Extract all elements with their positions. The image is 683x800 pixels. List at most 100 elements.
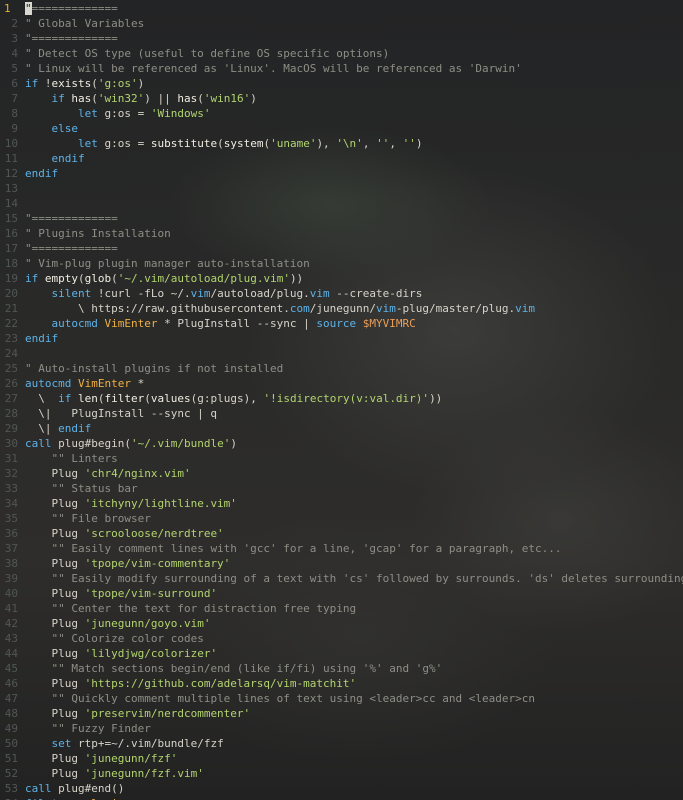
code-line[interactable]: 10 let g:os = substitute(system('uname')… [0,136,683,151]
code-line[interactable]: 38 Plug 'tpope/vim-commentary' [0,556,683,571]
code-line[interactable]: 40 Plug 'tpope/vim-surround' [0,586,683,601]
syntax-token: if [51,92,72,105]
code-line[interactable]: 29 \| endif [0,421,683,436]
line-code: set rtp+=~/.vim/bundle/fzf [25,736,224,751]
code-line[interactable]: 41 "" Center the text for distraction fr… [0,601,683,616]
code-line[interactable]: 15 "============= [0,211,683,226]
line-code: autocmd VimEnter * PlugInstall --sync | … [25,316,416,331]
syntax-token: source [316,317,363,330]
code-line[interactable]: 53 call plug#end() [0,781,683,796]
code-line[interactable]: 18 " Vim-plug plugin manager auto-install… [0,256,683,271]
code-line[interactable]: 25 " Auto-install plugins if not installe… [0,361,683,376]
syntax-token: , [389,137,403,150]
code-line[interactable]: 37 "" Easily comment lines with 'gcc' fo… [0,541,683,556]
code-line[interactable]: 7 if has('win32') || has('win16') [0,91,683,106]
code-line[interactable]: 45 "" Match sections begin/end (like if/… [0,661,683,676]
syntax-token: g:os = [104,137,151,150]
code-line[interactable]: 42 Plug 'junegunn/goyo.vim' [0,616,683,631]
line-number: 6 [11,77,18,90]
code-line[interactable]: 14 [0,196,683,211]
code-line[interactable]: 31 "" Linters [0,451,683,466]
code-line[interactable]: 16 " Plugins Installation [0,226,683,241]
code-line[interactable]: 46 Plug 'https://github.com/adelarsq/vim… [0,676,683,691]
syntax-token: " Linux will be referenced as 'Linux'. M… [25,62,522,75]
line-number: 10 [4,137,18,150]
code-line[interactable]: 49 "" Fuzzy Finder [0,721,683,736]
code-line[interactable]: 2 " Global Variables [0,16,683,31]
syntax-token: "" Center the text for distraction free … [51,602,357,615]
syntax-token: substitute [150,137,218,150]
code-line[interactable]: 3 "============= [0,31,683,46]
line-number: 44 [4,647,18,660]
code-line[interactable]: 6 if !exists('g:os') [0,76,683,91]
line-code: silent !curl -fLo ~/.vim/autoload/plug.v… [25,286,423,301]
code-line[interactable]: 12 endif [0,166,683,181]
syntax-token: rtp+=~/.vim/bundle/fzf [78,737,224,750]
code-line[interactable]: 21 \ https://raw.githubusercontent.com/j… [0,301,683,316]
code-line[interactable]: 47 "" Quickly comment multiple lines of … [0,691,683,706]
code-line[interactable]: 13 [0,181,683,196]
code-line[interactable]: 48 Plug 'preservim/nerdcommenter' [0,706,683,721]
line-number: 43 [4,632,18,645]
code-line[interactable]: 22 autocmd VimEnter * PlugInstall --sync… [0,316,683,331]
syntax-token: values [150,392,191,405]
syntax-token: !curl -fLo ~/. [97,287,191,300]
line-number: 54 [0,796,18,800]
code-line[interactable]: 24 [0,346,683,361]
syntax-token: \| [25,422,59,435]
line-code: "============= [25,1,118,16]
syntax-token: "" Match sections begin/end (like if/fi)… [51,662,443,675]
line-code: "" Match sections begin/end (like if/fi)… [25,661,443,676]
code-line[interactable]: 11 endif [0,151,683,166]
code-line[interactable]: 52 Plug 'junegunn/fzf.vim' [0,766,683,781]
code-line[interactable]: 34 Plug 'itchyny/lightline.vim' [0,496,683,511]
line-code: \| PlugInstall --sync | q [25,406,217,421]
code-line[interactable]: 43 "" Colorize color codes [0,631,683,646]
line-code: Plug 'preservim/nerdcommenter' [25,706,250,721]
code-line[interactable]: 5 " Linux will be referenced as 'Linux'. … [0,61,683,76]
code-line[interactable]: 20 silent !curl -fLo ~/.vim/autoload/plu… [0,286,683,301]
line-code: Plug 'tpope/vim-surround' [25,586,217,601]
code-line[interactable]: 54 filetype plugin on [0,796,683,800]
syntax-token: "============= [25,212,118,225]
syntax-token: len [78,392,98,405]
syntax-token: ( [97,392,105,405]
code-line[interactable]: 17 "============= [0,241,683,256]
syntax-token: \ [25,392,59,405]
line-number: 35 [4,512,18,525]
code-line[interactable]: 1 "============= [0,1,683,16]
syntax-token: "" Colorize color codes [51,632,204,645]
vim-editor[interactable]: 1 "============= 2 " Global Variables 3 "====… [0,0,683,800]
code-line[interactable]: 44 Plug 'lilydjwg/colorizer' [0,646,683,661]
code-line[interactable]: 30 call plug#begin('~/.vim/bundle') [0,436,683,451]
code-line[interactable]: 9 else [0,121,683,136]
line-code: "============= [25,211,118,226]
code-line[interactable]: 26 autocmd VimEnter * [0,376,683,391]
code-line[interactable]: 27 \ if len(filter(values(g:plugs), '!is… [0,391,683,406]
syntax-token: ( [91,77,98,90]
code-line[interactable]: 23 endif [0,331,683,346]
code-line[interactable]: 39 "" Easily modify surrounding of a tex… [0,571,683,586]
syntax-token: /junegunn/ [309,302,377,315]
code-line[interactable]: 28 \| PlugInstall --sync | q [0,406,683,421]
code-line[interactable]: 32 Plug 'chr4/nginx.vim' [0,466,683,481]
syntax-token: VimEnter [77,377,131,390]
code-line[interactable]: 50 set rtp+=~/.vim/bundle/fzf [0,736,683,751]
code-line[interactable]: 35 "" File browser [0,511,683,526]
syntax-token: endif [58,422,92,435]
code-line[interactable]: 33 "" Status bar [0,481,683,496]
code-line[interactable]: 51 Plug 'junegunn/fzf' [0,751,683,766]
syntax-token: , [362,137,377,150]
code-line[interactable]: 8 let g:os = 'Windows' [0,106,683,121]
text-cursor: " [25,2,32,15]
syntax-token: 'scrooloose/nerdtree' [84,527,224,540]
syntax-token: ! [44,77,52,90]
code-line[interactable]: 36 Plug 'scrooloose/nerdtree' [0,526,683,541]
code-line[interactable]: 4 " Detect OS type (useful to define OS s… [0,46,683,61]
line-code: "" Quickly comment multiple lines of tex… [25,691,535,706]
syntax-token: Plug [25,587,85,600]
line-code: "" Status bar [25,481,138,496]
code-line[interactable]: 19 if empty(glob('~/.vim/autoload/plug.vi… [0,271,683,286]
line-code: Plug 'https://github.com/adelarsq/vim-ma… [25,676,356,691]
line-number: 13 [4,182,18,195]
